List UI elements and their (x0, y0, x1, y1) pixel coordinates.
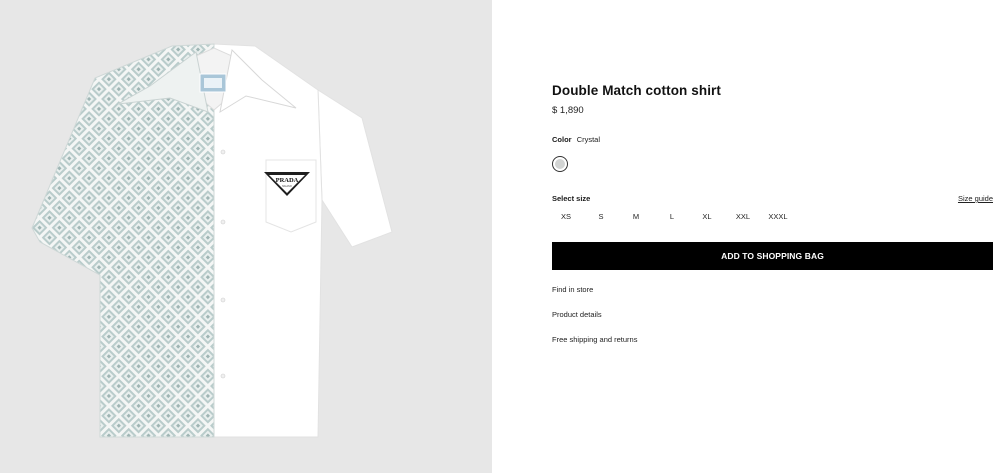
shirt-illustration: PRADA MILANO (31, 43, 393, 438)
size-option-xs[interactable]: XS (552, 212, 580, 221)
add-to-bag-button[interactable]: ADD TO SHOPPING BAG (552, 242, 993, 270)
product-info-panel: Double Match cotton shirt $ 1,890 Color … (552, 0, 993, 473)
product-image: PRADA MILANO (0, 0, 492, 473)
product-price: $ 1,890 (552, 105, 584, 116)
size-option-l[interactable]: L (658, 212, 686, 221)
product-title: Double Match cotton shirt (552, 83, 721, 98)
color-label: Color (552, 135, 572, 144)
logo-text: PRADA (276, 177, 299, 184)
size-option-xl[interactable]: XL (693, 212, 721, 221)
size-guide-link[interactable]: Size guide (958, 194, 993, 203)
size-label: Select size (552, 194, 591, 203)
find-in-store-link[interactable]: Find in store (552, 285, 593, 294)
color-value: Crystal (576, 135, 601, 144)
color-swatch-crystal[interactable] (552, 156, 568, 172)
size-options: XS S M L XL XXL XXXL (552, 212, 812, 224)
size-option-xxxl[interactable]: XXXL (764, 212, 792, 221)
size-option-xxl[interactable]: XXL (729, 212, 757, 221)
swatch-fill (555, 159, 565, 169)
size-option-s[interactable]: S (587, 212, 615, 221)
color-selector-label: Color Crystal (552, 135, 600, 144)
logo-subtext: MILANO (282, 185, 292, 188)
size-option-m[interactable]: M (622, 212, 650, 221)
product-details-link[interactable]: Product details (552, 310, 602, 319)
shipping-returns-link[interactable]: Free shipping and returns (552, 335, 637, 344)
